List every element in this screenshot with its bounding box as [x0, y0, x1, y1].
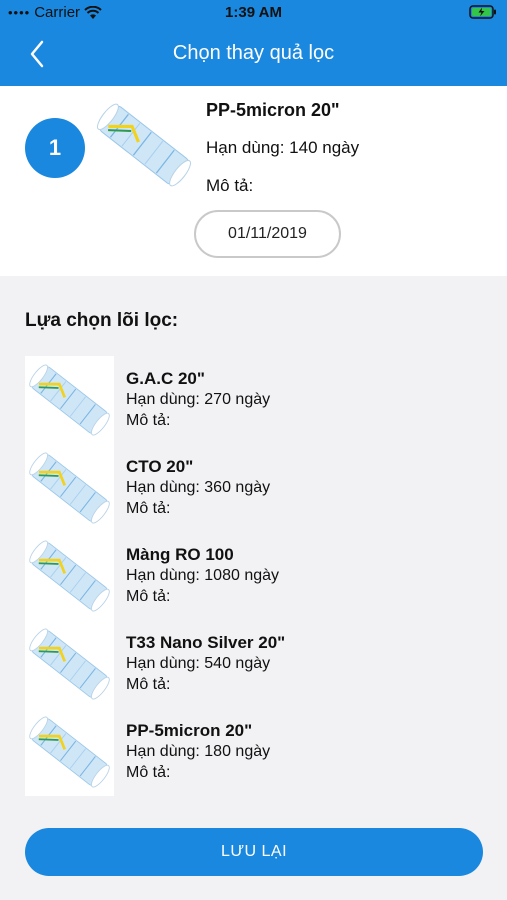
current-filter-description: Mô tả: [206, 176, 254, 195]
filter-cartridge-image [25, 708, 114, 796]
filter-option-expiry: Hạn dùng: 270 ngày [126, 391, 271, 408]
filter-cartridge-image [92, 98, 196, 192]
current-filter-expiry: Hạn dùng: 140 ngày [206, 138, 360, 157]
filter-option-description: Mô tả: [126, 676, 171, 693]
filter-option[interactable]: CTO 20" Hạn dùng: 360 ngày Mô tả: [25, 444, 485, 532]
date-picker-button[interactable]: 01/11/2019 [194, 210, 341, 258]
filter-option[interactable]: T33 Nano Silver 20" Hạn dùng: 540 ngày M… [25, 620, 485, 708]
filter-option-name: CTO 20" [126, 457, 194, 476]
header-bar: •••• Carrier 1:39 AM Chọn thay quả lọc [0, 0, 507, 86]
filter-option[interactable]: G.A.C 20" Hạn dùng: 270 ngày Mô tả: [25, 356, 485, 444]
filter-index-badge: 1 [25, 118, 85, 178]
page-title: Chọn thay quả lọc [172, 42, 335, 64]
filter-option-description: Mô tả: [126, 764, 171, 781]
filter-option-name: PP-5micron 20" [126, 721, 253, 740]
filter-cartridge-image [25, 444, 114, 532]
filter-option-name: T33 Nano Silver 20" [126, 633, 286, 652]
status-bar: •••• Carrier 1:39 AM [0, 0, 507, 28]
battery-icon [469, 5, 497, 23]
save-button[interactable]: LƯU LẠI [25, 828, 483, 876]
filter-option[interactable]: Màng RO 100 Hạn dùng: 1080 ngày Mô tả: [25, 532, 485, 620]
filter-option-name: G.A.C 20" [126, 369, 205, 388]
filter-option-expiry: Hạn dùng: 360 ngày [126, 479, 271, 496]
filter-option-description: Mô tả: [126, 500, 171, 517]
filter-option-description: Mô tả: [126, 412, 171, 429]
filter-option-name: Màng RO 100 [126, 545, 234, 564]
filter-option-expiry: Hạn dùng: 540 ngày [126, 655, 271, 672]
filter-option-expiry: Hạn dùng: 1080 ngày [126, 567, 280, 584]
section-title: Lựa chọn lõi lọc: [25, 310, 179, 331]
filter-option-description: Mô tả: [126, 588, 171, 605]
status-time: 1:39 AM [225, 4, 282, 21]
filter-cartridge-image [25, 620, 114, 708]
filter-option-expiry: Hạn dùng: 180 ngày [126, 743, 271, 760]
filter-cartridge-image [25, 532, 114, 620]
filter-option[interactable]: PP-5micron 20" Hạn dùng: 180 ngày Mô tả: [25, 708, 485, 796]
current-filter-name: PP-5micron 20" [206, 100, 340, 120]
filter-cartridge-image [25, 356, 114, 444]
